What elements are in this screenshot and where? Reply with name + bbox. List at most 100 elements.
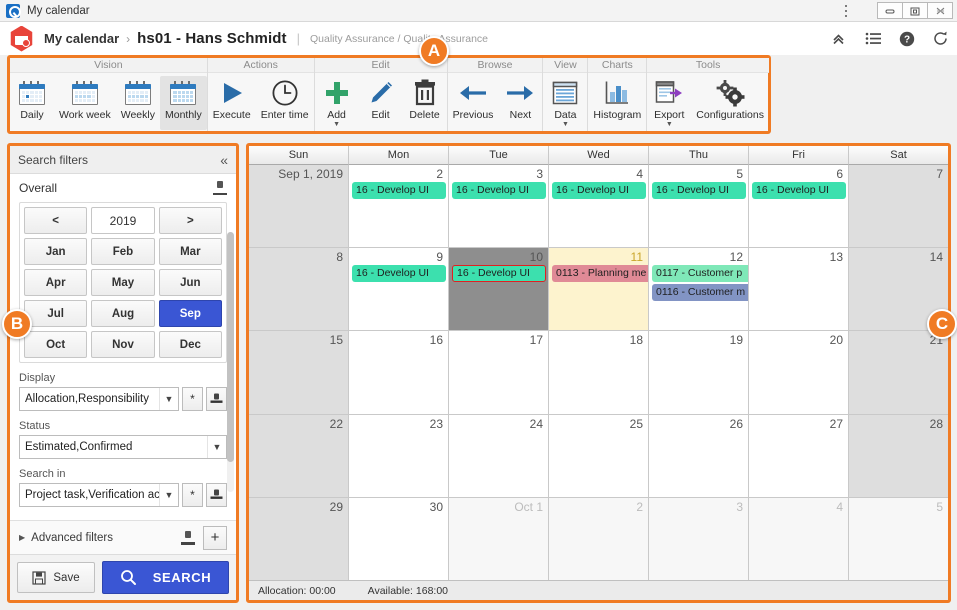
calendar-day-cell[interactable]: 6 16 - Develop UI bbox=[749, 165, 849, 248]
breadcrumb-root[interactable]: My calendar bbox=[44, 31, 119, 46]
year-next-button[interactable]: > bbox=[158, 207, 222, 234]
month-button-feb[interactable]: Feb bbox=[91, 238, 155, 265]
calendar-day-cell[interactable]: 18 bbox=[549, 331, 649, 414]
calendar-day-cell[interactable]: 27 bbox=[749, 414, 849, 497]
calendar-day-cell[interactable]: 23 bbox=[349, 414, 449, 497]
month-button-apr[interactable]: Apr bbox=[24, 269, 88, 296]
ribbon-button-configurations[interactable]: Configurations bbox=[691, 76, 769, 130]
month-button-aug[interactable]: Aug bbox=[91, 300, 155, 327]
calendar-day-cell[interactable]: 9 16 - Develop UI bbox=[349, 248, 449, 331]
calendar-day-cell[interactable]: 29 bbox=[249, 497, 349, 581]
chevron-down-icon[interactable]: ▼ bbox=[159, 388, 178, 410]
advanced-filters-row[interactable]: ▶ Advanced filters + bbox=[10, 520, 236, 554]
calendar-day-cell[interactable]: 19 bbox=[649, 331, 749, 414]
calendar-event[interactable]: 0117 - Customer p bbox=[652, 265, 748, 283]
calendar-day-cell[interactable]: 30 bbox=[349, 497, 449, 581]
ribbon-button-daily[interactable]: Daily bbox=[10, 76, 54, 130]
calendar-day-cell[interactable]: 4 bbox=[749, 497, 849, 581]
calendar-day-cell[interactable]: 21 bbox=[849, 331, 948, 414]
ribbon-button-data[interactable]: Data ▼ bbox=[543, 76, 587, 130]
calendar-day-cell[interactable]: 10 16 - Develop UI bbox=[449, 248, 549, 331]
chevron-double-left-icon[interactable]: « bbox=[220, 152, 228, 168]
calendar-day-cell[interactable]: 15 bbox=[249, 331, 349, 414]
field-input-search-in[interactable]: Project task,Verification activi ▼ bbox=[19, 483, 179, 507]
month-button-sep[interactable]: Sep bbox=[158, 300, 222, 327]
calendar-event[interactable]: 0113 - Planning me bbox=[552, 265, 648, 283]
ribbon-button-delete[interactable]: Delete bbox=[403, 76, 447, 130]
calendar-event[interactable]: 16 - Develop UI bbox=[452, 265, 546, 283]
calendar-day-cell[interactable]: 3 16 - Develop UI bbox=[449, 165, 549, 248]
ribbon-button-monthly[interactable]: Monthly bbox=[159, 76, 207, 130]
ribbon-button-edit[interactable]: Edit bbox=[359, 76, 403, 130]
calendar-day-cell[interactable]: 5 bbox=[849, 497, 948, 581]
calendar-day-cell[interactable]: 20 bbox=[749, 331, 849, 414]
calendar-day-cell[interactable]: 3 bbox=[649, 497, 749, 581]
calendar-day-cell[interactable]: 5 16 - Develop UI bbox=[649, 165, 749, 248]
calendar-day-cell[interactable]: 28 bbox=[849, 414, 948, 497]
field-input-display[interactable]: Allocation,Responsibility ▼ bbox=[19, 387, 179, 411]
more-options-icon[interactable] bbox=[840, 4, 852, 18]
close-button[interactable] bbox=[927, 2, 953, 19]
advanced-add-button[interactable]: + bbox=[203, 525, 227, 550]
ribbon-button-next[interactable]: Next bbox=[498, 76, 542, 130]
calendar-day-cell[interactable]: 25 bbox=[549, 414, 649, 497]
month-button-jun[interactable]: Jun bbox=[158, 269, 222, 296]
month-button-nov[interactable]: Nov bbox=[91, 331, 155, 358]
search-button[interactable]: SEARCH bbox=[102, 561, 229, 594]
calendar-day-cell[interactable]: 22 bbox=[249, 414, 349, 497]
ribbon-button-previous[interactable]: Previous bbox=[448, 76, 499, 130]
year-value[interactable]: 2019 bbox=[91, 207, 155, 234]
calendar-event[interactable]: 16 - Develop UI bbox=[352, 265, 446, 283]
ribbon-button-work-week[interactable]: Work week bbox=[54, 76, 116, 130]
calendar-day-cell[interactable]: 11 0113 - Planning me bbox=[549, 248, 649, 331]
calendar-day-cell[interactable]: Sep 1, 2019 bbox=[249, 165, 349, 248]
sidebar-scrollbar-thumb[interactable] bbox=[227, 232, 234, 462]
calendar-day-cell[interactable]: 16 bbox=[349, 331, 449, 414]
calendar-day-cell[interactable]: 12 0117 - Customer p 0116 - Customer m bbox=[649, 248, 749, 331]
month-button-jan[interactable]: Jan bbox=[24, 238, 88, 265]
calendar-event[interactable]: 16 - Develop UI bbox=[352, 182, 446, 199]
chevron-down-icon[interactable]: ▼ bbox=[666, 121, 673, 128]
month-button-dec[interactable]: Dec bbox=[158, 331, 222, 358]
month-button-may[interactable]: May bbox=[91, 269, 155, 296]
restore-button[interactable] bbox=[902, 2, 928, 19]
calendar-day-cell[interactable]: 2 bbox=[549, 497, 649, 581]
calendar-day-cell[interactable]: Oct 1 bbox=[449, 497, 549, 581]
ribbon-button-add[interactable]: Add ▼ bbox=[315, 76, 359, 130]
calendar-day-cell[interactable]: 24 bbox=[449, 414, 549, 497]
sidebar-scrollbar[interactable] bbox=[227, 232, 234, 492]
ribbon-button-export[interactable]: Export ▼ bbox=[647, 76, 691, 130]
ribbon-button-weekly[interactable]: Weekly bbox=[116, 76, 160, 130]
calendar-event[interactable]: 16 - Develop UI bbox=[452, 182, 546, 199]
chevron-down-icon[interactable]: ▼ bbox=[207, 436, 226, 458]
calendar-event[interactable]: 16 - Develop UI bbox=[752, 182, 846, 199]
calendar-day-cell[interactable]: 4 16 - Develop UI bbox=[549, 165, 649, 248]
year-prev-button[interactable]: < bbox=[24, 207, 88, 234]
calendar-day-cell[interactable]: 2 16 - Develop UI bbox=[349, 165, 449, 248]
calendar-day-cell[interactable]: 8 bbox=[249, 248, 349, 331]
ribbon-button-enter-time[interactable]: Enter time bbox=[256, 76, 314, 130]
field-input-status[interactable]: Estimated,Confirmed ▼ bbox=[19, 435, 227, 459]
calendar-day-cell[interactable]: 13 bbox=[749, 248, 849, 331]
calendar-event[interactable]: 0116 - Customer m bbox=[652, 284, 748, 302]
menu-list-icon[interactable] bbox=[864, 30, 881, 47]
advanced-clear-filter-icon[interactable] bbox=[181, 530, 195, 545]
chevron-down-icon[interactable]: ▼ bbox=[333, 121, 340, 128]
help-icon[interactable]: ? bbox=[898, 30, 915, 47]
clear-filter-icon[interactable] bbox=[213, 181, 227, 195]
calendar-day-cell[interactable]: 26 bbox=[649, 414, 749, 497]
clear-filter-icon[interactable] bbox=[206, 387, 227, 411]
clear-filter-icon[interactable] bbox=[206, 483, 227, 507]
ribbon-button-execute[interactable]: Execute bbox=[208, 76, 256, 130]
calendar-event[interactable]: 16 - Develop UI bbox=[652, 182, 746, 199]
collapse-ribbon-icon[interactable] bbox=[830, 30, 847, 47]
calendar-day-cell[interactable]: 7 bbox=[849, 165, 948, 248]
chevron-down-icon[interactable]: ▼ bbox=[562, 121, 569, 128]
ribbon-button-histogram[interactable]: Histogram bbox=[588, 76, 646, 130]
month-button-jul[interactable]: Jul bbox=[24, 300, 88, 327]
month-button-oct[interactable]: Oct bbox=[24, 331, 88, 358]
wildcard-button[interactable]: * bbox=[182, 387, 203, 411]
calendar-day-cell[interactable]: 17 bbox=[449, 331, 549, 414]
month-button-mar[interactable]: Mar bbox=[158, 238, 222, 265]
refresh-icon[interactable] bbox=[932, 30, 949, 47]
